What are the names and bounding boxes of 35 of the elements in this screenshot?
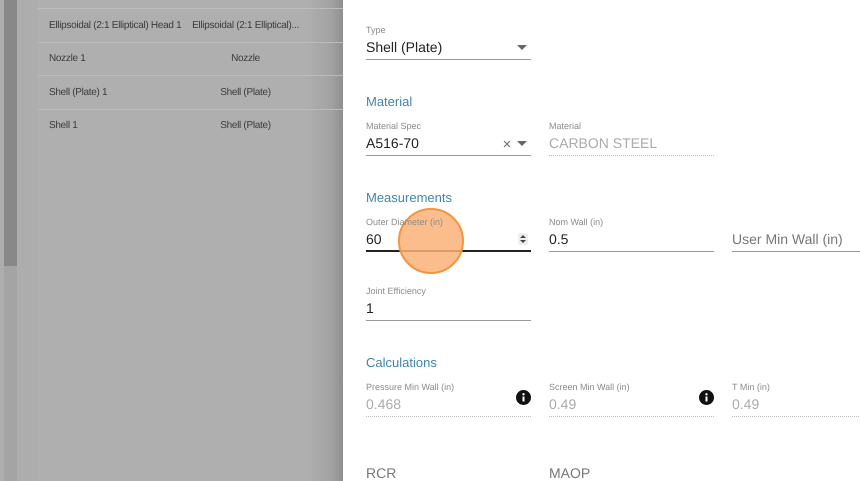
table-cell-text: Shell (Plate) 1 [48, 86, 108, 100]
input-field[interactable]: 0.5 [549, 229, 714, 250]
table-cell-text: Nozzle 1 [48, 52, 87, 66]
table-cell-text: Nozzle [230, 52, 261, 66]
section-heading: Material [366, 94, 414, 110]
section-heading: Calculations [366, 355, 438, 371]
table-cell-text: Shell (Plate) [219, 119, 272, 134]
field-label: Nom Wall (in) [549, 216, 604, 228]
info-icon[interactable] [699, 390, 714, 405]
field-label: Material [549, 120, 582, 132]
field-label: Pressure Min Wall (in) [366, 381, 456, 393]
scrollbar[interactable] [4, 0, 17, 481]
field-label: Material Spec [366, 120, 422, 132]
input-field[interactable]: 1 [366, 298, 531, 319]
scrollbar-thumb[interactable] [4, 0, 17, 266]
field-label: T Min (in) [732, 381, 771, 393]
spinner-icon[interactable] [518, 233, 528, 245]
select-field[interactable]: A516-70 [366, 133, 503, 154]
table-cell-text: Ellipsoidal (2:1 Elliptical) Head 1 [48, 18, 182, 33]
table-cell-text: Ellipsoidal (2:1 Elliptical)... [191, 18, 300, 33]
table-cell-text: Shell 1 [48, 119, 78, 134]
clear-icon[interactable] [503, 140, 511, 148]
dropdown-caret-icon[interactable] [517, 141, 527, 146]
field-label: Screen Min Wall (in) [549, 381, 631, 393]
input-field[interactable]: User Min Wall (in) [732, 229, 860, 250]
field-label: Type [366, 24, 387, 36]
section-heading: Measurements [366, 190, 453, 206]
field-label: Joint Efficiency [366, 285, 427, 297]
dropdown-caret-icon[interactable] [517, 45, 527, 50]
table-cell-text: Shell (Plate) [219, 86, 272, 100]
select-field[interactable]: Shell (Plate) [366, 37, 511, 58]
input-field[interactable]: MAOP [549, 463, 714, 481]
info-icon[interactable] [516, 390, 531, 405]
input-field[interactable]: RCR [366, 463, 531, 481]
number-field[interactable]: 60 [366, 228, 518, 250]
